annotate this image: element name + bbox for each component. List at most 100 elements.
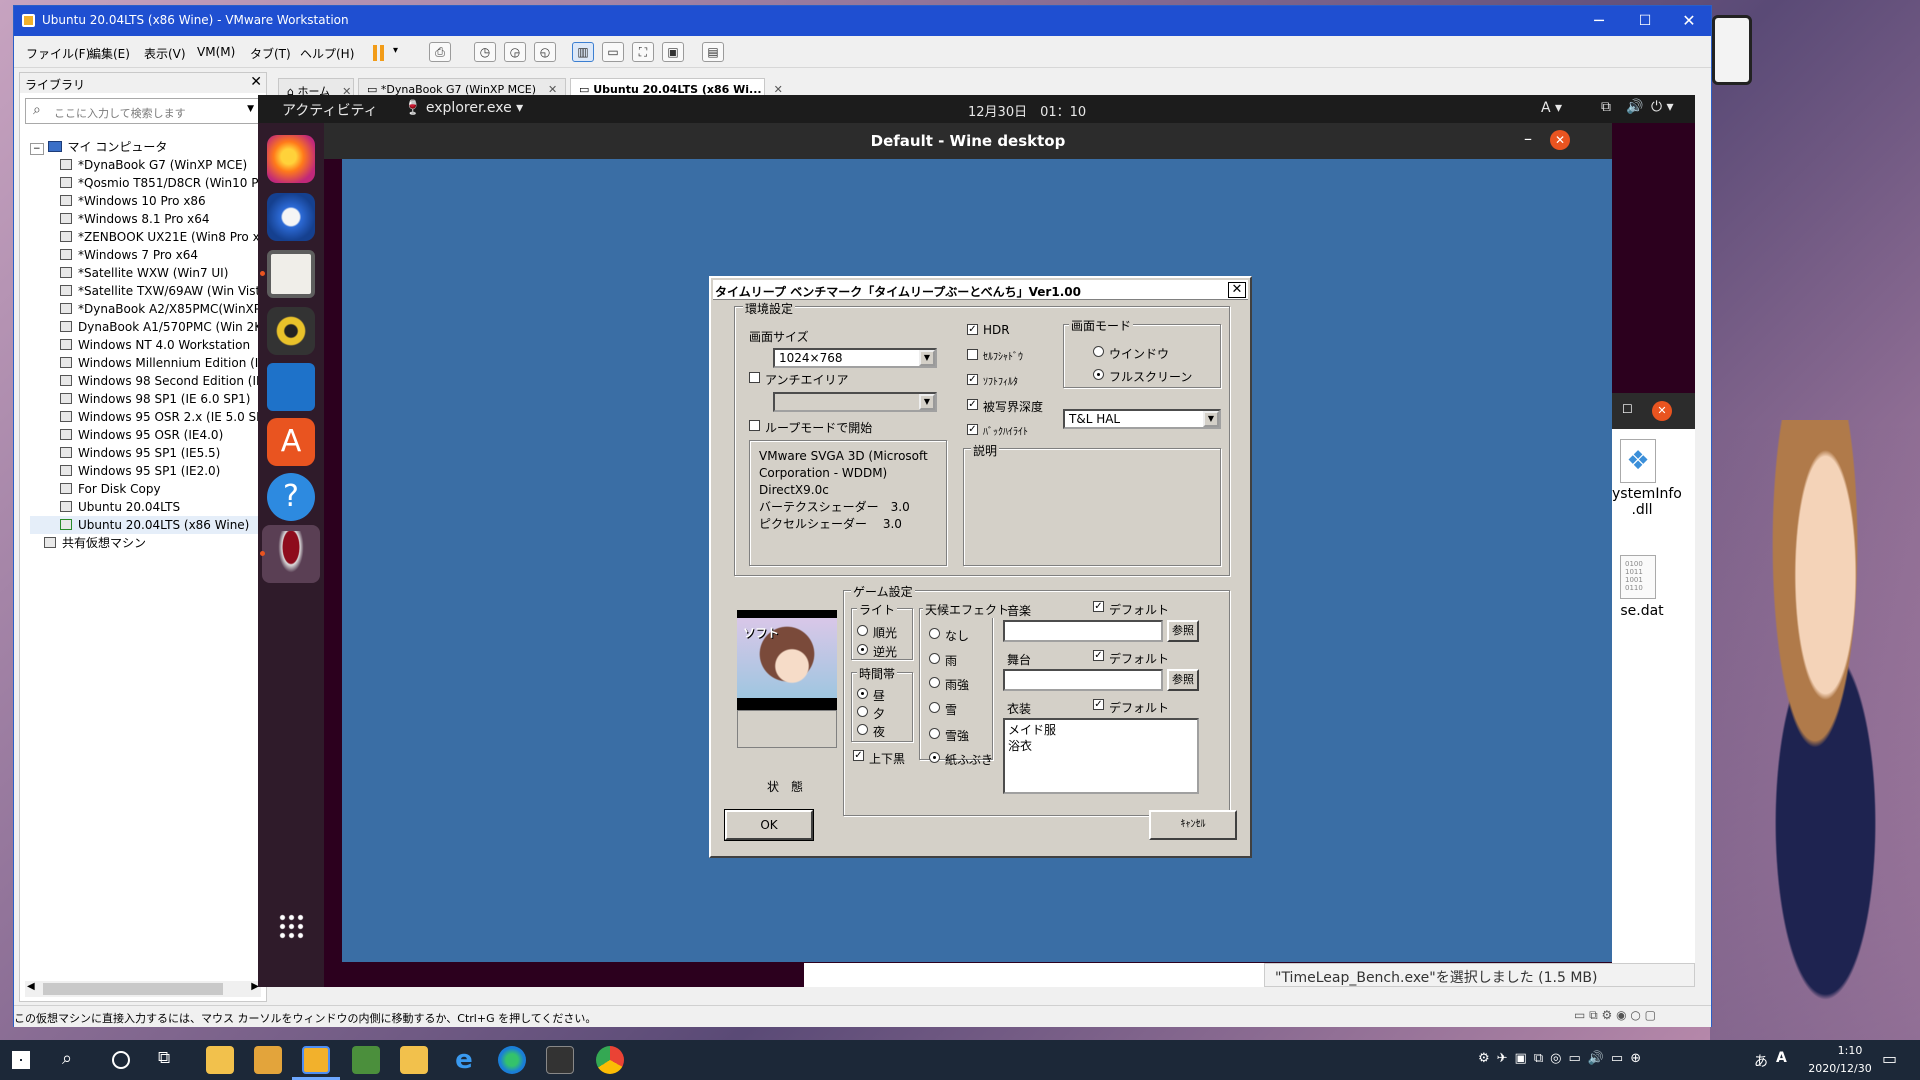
firefox-icon[interactable] <box>267 135 315 183</box>
close-icon[interactable]: ✕ <box>1550 130 1570 150</box>
volume-icon[interactable]: 🔊 <box>1626 99 1643 115</box>
ok-button[interactable]: OK <box>724 809 814 841</box>
input-method[interactable]: A ▾ <box>1541 100 1562 116</box>
letterbox-checkbox[interactable]: ✓ <box>853 750 864 761</box>
light-back-radio[interactable] <box>857 644 868 655</box>
tree-item[interactable]: *Windows 7 Pro x64 <box>30 246 262 264</box>
system-tray-icons[interactable]: ⚙✈▣⧉◎▭🔊▭⊕ <box>1478 1051 1648 1066</box>
chevron-down-icon[interactable]: ▼ <box>1203 411 1219 427</box>
menu-view[interactable]: 表示(V) <box>144 45 186 62</box>
maximize-icon[interactable]: ☐ <box>1622 402 1633 416</box>
costume-item[interactable]: 浴衣 <box>1008 738 1194 754</box>
costume-item[interactable]: メイド服 <box>1008 722 1194 738</box>
tree-item[interactable]: *DynaBook G7 (WinXP MCE) <box>30 156 262 174</box>
task-view-icon[interactable]: ⧉ <box>158 1048 170 1068</box>
tree-item[interactable]: Windows NT 4.0 Workstation <box>30 336 262 354</box>
tree-item[interactable]: *Satellite WXW (Win7 UI) <box>30 264 262 282</box>
activities-button[interactable]: アクティビティ <box>282 100 378 120</box>
chevron-down-icon[interactable]: ▼ <box>919 394 935 410</box>
backlight-checkbox[interactable]: ✓ <box>967 424 978 435</box>
tree-item[interactable]: Windows 95 SP1 (IE2.0) <box>30 462 262 480</box>
selfshadow-checkbox[interactable] <box>967 349 978 360</box>
tree-item[interactable]: For Disk Copy <box>30 480 262 498</box>
tree-item[interactable]: Windows 95 SP1 (IE5.5) <box>30 444 262 462</box>
stage-default-checkbox[interactable]: ✓ <box>1093 650 1104 661</box>
minimize-icon[interactable]: – <box>1524 129 1532 148</box>
edge-icon[interactable] <box>498 1046 526 1074</box>
chrome-icon[interactable] <box>596 1046 624 1074</box>
terminal-icon[interactable] <box>546 1046 574 1074</box>
library-scrollbar[interactable]: ◀ ▶ <box>25 981 261 997</box>
device-icons[interactable]: ▭ ⧉ ⚙ ◉ ○ ▢ <box>1574 1008 1656 1023</box>
clock[interactable]: 12月30日 01：10 <box>968 101 1086 120</box>
weather-heavy-rain-radio[interactable] <box>929 677 940 688</box>
tree-item[interactable]: DynaBook A1/570PMC (Win 2K P <box>30 318 262 336</box>
chevron-down-icon[interactable]: ▼ <box>919 350 935 366</box>
snapshot-icon[interactable]: ◷ <box>474 42 496 62</box>
tree-item[interactable]: *Qosmio T851/D8CR (Win10 Pro s <box>30 174 262 192</box>
revert-snapshot-icon[interactable]: ◶ <box>504 42 526 62</box>
snapshot-manager-icon[interactable]: ◵ <box>534 42 556 62</box>
library-close-icon[interactable]: ✕ <box>250 74 262 90</box>
console-view-icon[interactable]: ▭ <box>602 42 624 62</box>
unity-icon[interactable]: ▣ <box>662 42 684 62</box>
weather-heavy-snow-radio[interactable] <box>929 728 940 739</box>
send-ctrl-alt-del-icon[interactable]: ⎙ <box>429 42 451 62</box>
stage-browse-button[interactable]: 参照 <box>1167 669 1199 691</box>
hdr-checkbox[interactable]: ✓ <box>967 324 978 335</box>
dialog-close-button[interactable]: ✕ <box>1228 282 1246 298</box>
file-name[interactable]: se.dat <box>1612 603 1672 619</box>
maximize-button[interactable]: ☐ <box>1622 6 1668 36</box>
tree-item[interactable]: *DynaBook A2/X85PMC(WinXP H <box>30 300 262 318</box>
tree-item[interactable]: Windows 95 OSR 2.x (IE 5.0 SP2) <box>30 408 262 426</box>
tree-item-shared[interactable]: 共有仮想マシン <box>30 534 262 552</box>
weather-confetti-radio[interactable] <box>929 752 940 763</box>
stretch-icon[interactable]: ▤ <box>702 42 724 62</box>
start-icon[interactable] <box>12 1051 30 1069</box>
time-night-radio[interactable] <box>857 724 868 735</box>
taskbar-date[interactable]: 2020/12/30 <box>1800 1062 1880 1075</box>
thunderbird-icon[interactable] <box>267 193 315 241</box>
fullscreen-radio[interactable] <box>1093 369 1104 380</box>
chevron-down-icon[interactable]: ▼ <box>247 104 254 114</box>
wine-app-active[interactable] <box>262 525 320 583</box>
cancel-button[interactable]: ｷｬﾝｾﾙ <box>1149 810 1237 840</box>
loop-mode-checkbox[interactable] <box>749 420 760 431</box>
weather-none-radio[interactable] <box>929 628 940 639</box>
library-search-input[interactable]: ⌕ ここに入力して検索します ▼ <box>25 98 261 124</box>
dat-file-icon[interactable]: 0100 1011 1001 0110 <box>1620 555 1656 599</box>
menu-edit[interactable]: 編集(E) <box>89 45 130 62</box>
fullscreen-icon[interactable]: ⛶ <box>632 42 654 62</box>
tree-item[interactable]: Windows 98 Second Edition (IE 6 <box>30 372 262 390</box>
taskbar-time[interactable]: 1:10 <box>1822 1044 1878 1057</box>
file-explorer-icon[interactable] <box>206 1046 234 1074</box>
tree-root[interactable]: − マイ コンピュータ <box>30 138 262 156</box>
time-evening-radio[interactable] <box>857 706 868 717</box>
show-library-icon[interactable]: ▥ <box>572 42 594 62</box>
weather-rain-radio[interactable] <box>929 653 940 664</box>
tree-item[interactable]: Windows 98 SP1 (IE 6.0 SP1) <box>30 390 262 408</box>
tree-item[interactable]: *Satellite TXW/69AW (Win Vista U <box>30 282 262 300</box>
stage-path-input[interactable] <box>1003 669 1163 691</box>
close-button[interactable]: ✕ <box>1666 6 1712 36</box>
tree-item-selected[interactable]: Ubuntu 20.04LTS (x86 Wine) <box>30 516 262 534</box>
vmware-taskbar-icon[interactable] <box>302 1046 330 1074</box>
costume-default-checkbox[interactable]: ✓ <box>1093 699 1104 710</box>
internet-explorer-icon[interactable]: e <box>450 1046 478 1074</box>
help-icon[interactable]: ? <box>267 473 315 521</box>
pause-button[interactable]: ▾ <box>369 44 407 62</box>
music-default-checkbox[interactable]: ✓ <box>1093 601 1104 612</box>
music-browse-button[interactable]: 参照 <box>1167 620 1199 642</box>
app-icon[interactable] <box>352 1046 380 1074</box>
network-icon[interactable]: ⧉ <box>1601 99 1611 115</box>
time-day-radio[interactable] <box>857 688 868 699</box>
desktop-icon-partial[interactable] <box>1712 15 1752 85</box>
folder-icon[interactable] <box>400 1046 428 1074</box>
dll-file-icon[interactable]: ❖ <box>1620 439 1656 483</box>
window-radio[interactable] <box>1093 346 1104 357</box>
files-icon[interactable] <box>267 250 315 298</box>
music-path-input[interactable] <box>1003 620 1163 642</box>
scroll-thumb[interactable] <box>43 983 223 995</box>
software-center-icon[interactable]: A <box>267 418 315 466</box>
menu-tab[interactable]: タブ(T) <box>250 45 291 62</box>
